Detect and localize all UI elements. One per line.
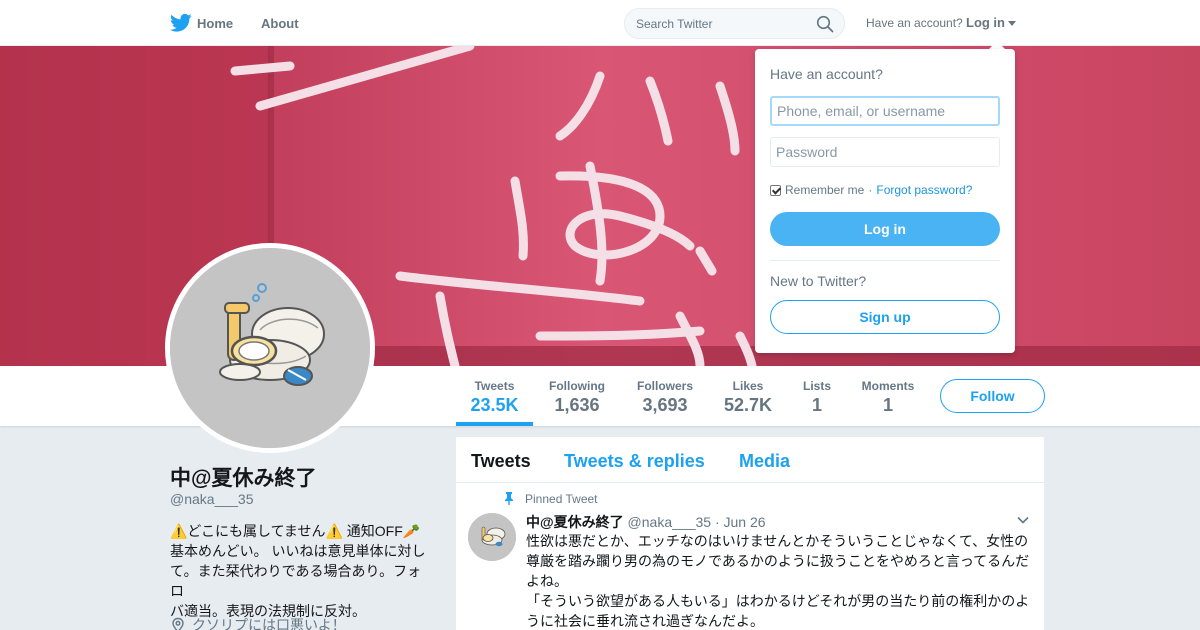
tweet-author-name[interactable]: 中@夏休み終了 xyxy=(526,514,624,530)
dropdown-title: Have an account? xyxy=(770,66,883,82)
stat-label: Moments xyxy=(861,379,915,393)
top-navigation-bar: Home About Have an account? Log in xyxy=(0,0,1200,46)
location-text: クソリプには口悪いよ！ xyxy=(192,617,346,630)
tweet-text-line: 「そういう欲望がある人もいる」はわかるけどそれが男の当たり前の権利かのよ xyxy=(526,593,1030,609)
stat-lists[interactable]: Lists 1 xyxy=(794,366,840,426)
tab-media[interactable]: Media xyxy=(739,451,790,472)
chevron-down-icon[interactable] xyxy=(1016,515,1030,525)
stat-moments[interactable]: Moments 1 xyxy=(853,366,923,426)
pinned-tweet-label: Pinned Tweet xyxy=(525,492,598,506)
new-to-twitter-text: New to Twitter? xyxy=(770,273,867,289)
tab-tweets-and-replies[interactable]: Tweets & replies xyxy=(564,451,705,472)
profile-bio: ⚠️どこにも属してません⚠️ 通知OFF🥕 基本めんどい。 いいねは意見単体に対… xyxy=(170,521,432,621)
username-field[interactable] xyxy=(770,96,1000,126)
tweet-text-line: 性欲は悪だとか、エッチなのはいけませんとかそういうことじゃなくて、女性の xyxy=(526,533,1029,549)
search-box xyxy=(624,8,845,39)
remember-row: Remember me · Forgot password? xyxy=(770,183,972,197)
tweet-text-line: よね。 xyxy=(526,573,568,589)
divider xyxy=(770,260,1000,261)
stat-label: Followers xyxy=(636,379,693,393)
tweet-text-line: うに社会に垂れ流され過ぎなんだよ。 xyxy=(526,613,764,629)
stat-tweets[interactable]: Tweets 23.5K xyxy=(456,366,533,426)
login-dropdown: Have an account? Remember me · Forgot pa… xyxy=(755,49,1015,353)
follow-button[interactable]: Follow xyxy=(940,379,1045,413)
stat-label: Lists xyxy=(802,379,831,393)
tweet-avatar-image xyxy=(468,513,516,561)
stat-label: Tweets xyxy=(474,379,515,393)
stat-likes[interactable]: Likes 52.7K xyxy=(716,366,780,426)
tweet-avatar[interactable] xyxy=(468,513,516,561)
forgot-password-link[interactable]: Forgot password? xyxy=(876,183,972,197)
pin-icon xyxy=(505,492,513,505)
login-link-label: Log in xyxy=(966,15,1005,30)
have-account-text: Have an account? xyxy=(866,16,963,30)
stat-label: Likes xyxy=(732,379,764,393)
tab-tweets[interactable]: Tweets xyxy=(471,451,531,472)
signup-button[interactable]: Sign up xyxy=(770,300,1000,334)
stat-label: Following xyxy=(549,379,605,393)
stat-value: 1,636 xyxy=(554,395,600,415)
login-button[interactable]: Log in xyxy=(770,212,1000,246)
stat-followers[interactable]: Followers 3,693 xyxy=(627,366,703,426)
tweet-header: 中@夏休み終了 @naka___35 · Jun 26 xyxy=(526,512,766,532)
tweet-text: 性欲は悪だとか、エッチなのはいけませんとかそういうことじゃなくて、女性の 尊厳を… xyxy=(526,531,1034,630)
tweet-meta[interactable]: @naka___35 · Jun 26 xyxy=(628,514,766,530)
clam-snorkel-avatar-image xyxy=(170,248,370,448)
profile-name: 中@夏休み終了 xyxy=(170,467,317,490)
bio-line: 基本めんどい。 いいねは意見単体に対し xyxy=(170,543,426,559)
bio-line: て。また栞代わりである場合あり。フォロ xyxy=(170,563,422,599)
caret-down-icon xyxy=(1008,20,1016,26)
separator: · xyxy=(868,183,873,197)
timeline: Tweets Tweets & replies Media Pinned Twe… xyxy=(456,437,1044,630)
login-dropdown-toggle[interactable]: Log in xyxy=(966,15,1016,30)
search-input[interactable] xyxy=(636,9,811,38)
remember-me-label[interactable]: Remember me xyxy=(785,183,864,197)
stat-following[interactable]: Following 1,636 xyxy=(538,366,616,426)
search-icon[interactable] xyxy=(816,15,834,33)
profile-handle: @naka___35 xyxy=(170,491,254,507)
remember-me-checkbox[interactable] xyxy=(770,184,781,196)
stat-value: 23.5K xyxy=(470,395,519,415)
password-field[interactable] xyxy=(770,137,1000,167)
nav-home-link[interactable]: Home xyxy=(170,0,233,46)
tweet-text-line: 尊厳を踏み躙り男の為のモノであるかのように扱うことをやめろと言ってるんだ xyxy=(526,553,1030,569)
timeline-tabs: Tweets Tweets & replies Media xyxy=(456,437,1044,483)
nav-about-link[interactable]: About xyxy=(261,0,299,46)
stat-value: 1 xyxy=(882,395,893,415)
profile-location: クソリプには口悪いよ！ xyxy=(170,615,346,630)
location-pin-icon xyxy=(172,617,184,630)
bio-line: ⚠️どこにも属してません⚠️ 通知OFF🥕 xyxy=(170,523,421,539)
stat-value: 52.7K xyxy=(723,395,773,415)
stat-value: 1 xyxy=(811,395,822,415)
profile-avatar[interactable] xyxy=(165,243,375,453)
stat-value: 3,693 xyxy=(642,395,688,415)
